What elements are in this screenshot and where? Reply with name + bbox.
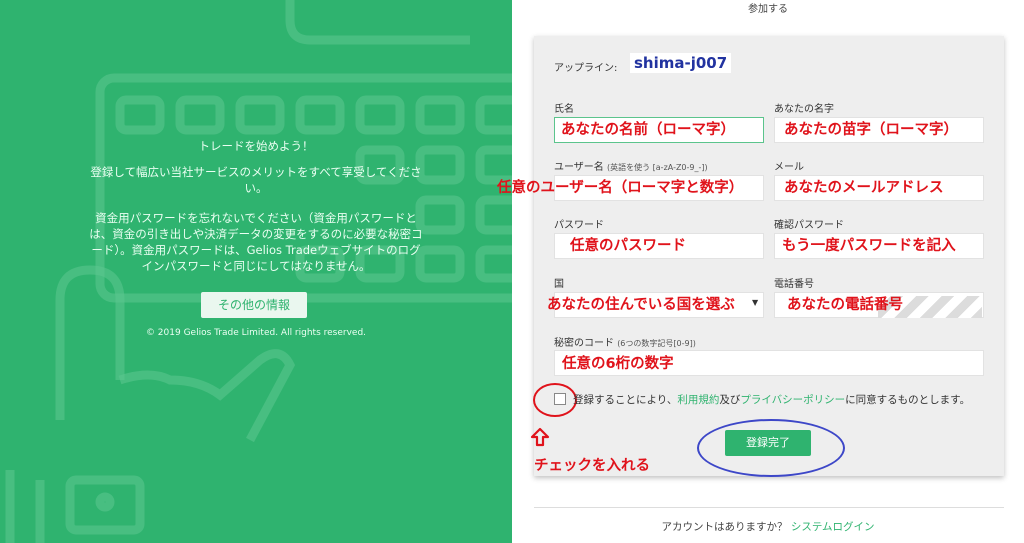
checkbox-highlight-circle: [533, 383, 577, 417]
confirm-password-annotation: もう一度パスワードを記入: [782, 238, 956, 254]
upline-value: shima-j007: [630, 53, 732, 73]
upline-label: アップライン:: [554, 63, 618, 74]
phone-label: 電話番号: [774, 279, 814, 290]
check-annotation: チェックを入れる: [534, 458, 650, 474]
phone-annotation: あなたの電話番号: [787, 297, 903, 313]
page-title: 参加する: [748, 4, 788, 15]
agree-prefix: 登録することにより、: [573, 394, 678, 406]
username-label-text: ユーザー名: [554, 162, 604, 173]
agree-and: 及び: [719, 394, 741, 406]
promo-intro-2: い。: [244, 181, 268, 195]
agree-text: 登録することにより、利用規約及びプライバシーポリシーに同意するものとします。: [573, 392, 970, 407]
terms-link[interactable]: 利用規約: [677, 394, 719, 406]
arrow-up-icon: [530, 427, 550, 447]
username-annotation: 任意のユーザー名（ローマ字と数字）: [497, 180, 744, 196]
country-annotation: あなたの住んでいる国を選ぶ: [547, 297, 735, 313]
username-hint: (英語を使う [a-zA-Z0-9_-]): [607, 163, 708, 172]
last-name-annotation: あなたの苗字（ローマ字）: [784, 122, 958, 138]
last-name-label: あなたの名字: [774, 104, 834, 115]
promo-heading: トレードを始めよう！: [198, 139, 314, 153]
submit-highlight-ellipse: [697, 419, 845, 477]
secret-code-annotation: 任意の6桁の数字: [562, 356, 674, 372]
login-question: アカウントはありますか？: [661, 521, 788, 533]
email-annotation: あなたのメールアドレス: [784, 180, 944, 196]
password-annotation: 任意のパスワード: [570, 238, 686, 254]
promo-warning-4: インパスワードと同じにしてはなりません。: [141, 259, 371, 273]
login-link[interactable]: システムログイン: [791, 521, 875, 533]
first-name-label: 氏名: [554, 104, 574, 115]
promo-warning-3: ード）。資金用パスワードは、Gelios Tradeウェブサイトのログ: [91, 243, 421, 257]
agree-suffix: に同意するものとします。: [845, 394, 971, 406]
email-label: メール: [774, 162, 804, 173]
promo-warning-1: 資金用パスワードを忘れないでください（資金用パスワードと: [95, 211, 417, 225]
login-prompt: アカウントはありますか？ システムログイン: [512, 519, 1024, 534]
promo-intro-1: 登録して幅広い当社サービスのメリットをすべて享受してくださ: [90, 165, 422, 179]
password-label: パスワード: [554, 220, 604, 231]
username-label: ユーザー名 (英語を使う [a-zA-Z0-9_-]): [554, 158, 708, 173]
copyright-text: © 2019 Gelios Trade Limited. All rights …: [145, 328, 367, 338]
first-name-annotation: あなたの名前（ローマ字）: [561, 122, 735, 138]
promo-warning-2: は、資金の引き出しや決済データの変更をするのに必要な秘密コ: [89, 227, 423, 241]
more-info-button[interactable]: その他の情報: [201, 292, 307, 318]
promo-panel: トレードを始めよう！ 登録して幅広い当社サービスのメリットをすべて享受してくださ…: [0, 0, 512, 543]
secret-code-hint: (6つの数字記号[0-9]): [617, 339, 696, 348]
footer-divider: [534, 507, 1004, 508]
country-label: 国: [554, 279, 564, 290]
chevron-down-icon: ▼: [752, 298, 759, 307]
secret-code-label: 秘密のコード (6つの数字記号[0-9]): [554, 334, 696, 349]
secret-code-label-text: 秘密のコード: [554, 338, 614, 349]
confirm-password-label: 確認パスワード: [774, 220, 844, 231]
privacy-link[interactable]: プライバシーポリシー: [740, 394, 845, 406]
